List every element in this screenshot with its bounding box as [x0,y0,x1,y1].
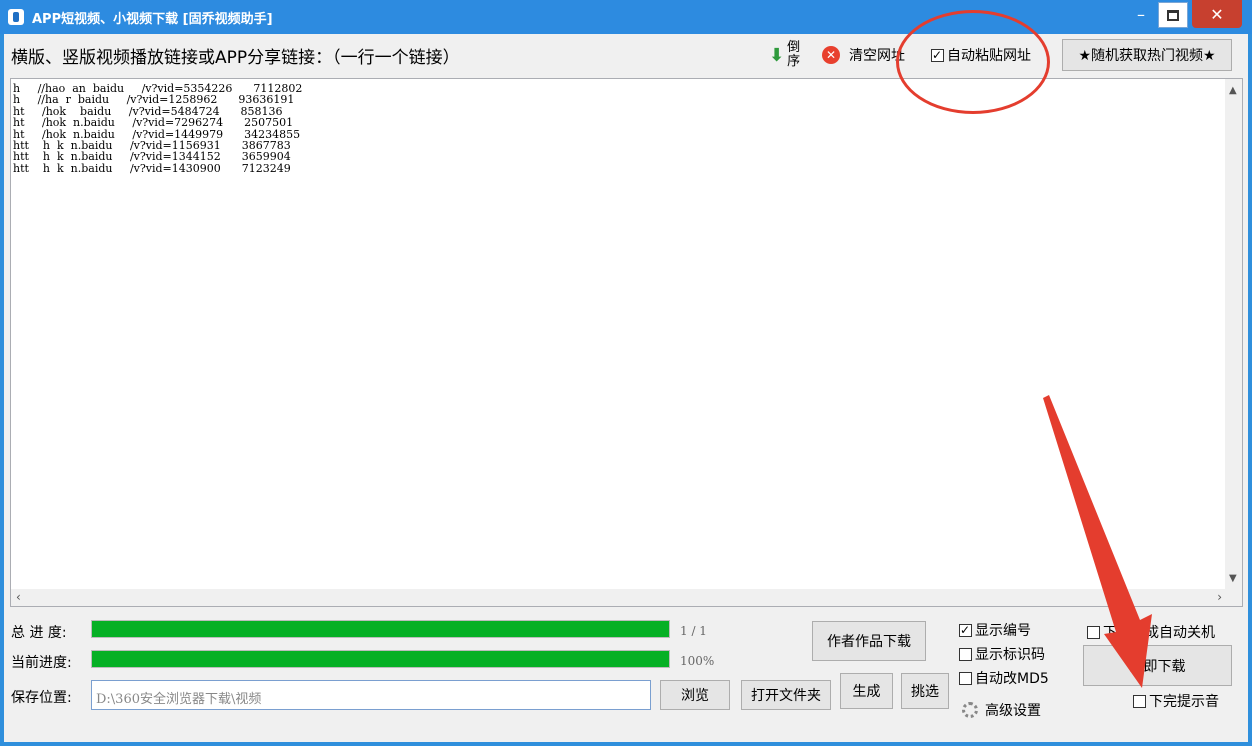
show-id-label: 显示标识码 [975,647,1045,663]
auto-shutdown-checkbox[interactable]: 下载完成自动关机 [1087,622,1215,642]
app-icon [8,9,24,25]
clear-x-icon: ✕ [822,46,840,64]
completion-sound-label: 下完提示音 [1149,694,1219,710]
title-bar: APP短视频、小视频下载 [固乔视频助手] – ✕ [0,0,1252,34]
client-area: 横版、竖版视频播放链接或APP分享链接：（一行一个链接） ⬇ 倒序 ✕ 清空网址… [4,34,1248,742]
minimize-icon[interactable]: – [1124,0,1158,28]
current-progress-fill [92,651,669,667]
reverse-order-button[interactable]: ⬇ 倒序 [769,40,801,70]
horizontal-scrollbar[interactable]: ‹ › [11,589,1227,606]
show-number-label: 显示编号 [975,623,1031,639]
link-line: htt h k n.baidu /v?vid=1430900 7123249 [13,161,291,175]
total-progress-value: 1 / 1 [680,624,707,638]
show-id-check-icon[interactable] [959,647,972,661]
scroll-right-icon[interactable]: › [1217,590,1222,604]
gear-icon [962,702,978,718]
auto-paste-check-icon[interactable] [931,48,944,62]
auto-shutdown-label: 下载完成自动关机 [1103,625,1215,641]
generate-button[interactable]: 生成 [840,673,893,709]
clear-urls-label: 清空网址 [849,48,905,64]
current-progress-bar [91,650,670,668]
show-number-checkbox[interactable]: 显示编号 [959,620,1031,640]
show-id-checkbox[interactable]: 显示标识码 [959,644,1045,664]
window-title: APP短视频、小视频下载 [固乔视频助手] [32,12,273,27]
close-icon[interactable]: ✕ [1192,0,1242,28]
current-progress-label: 当前进度: [11,655,72,671]
save-location-label: 保存位置: [11,690,72,706]
show-number-check-icon[interactable] [959,623,972,637]
link-line: ht /hok n.baidu /v?vid=7296274 2507501 [13,116,294,130]
current-progress-value: 100% [680,654,715,668]
links-list: h //hao an baidu /v?vid=5354226 7112802 h… [13,83,302,175]
scroll-down-icon[interactable]: ▼ [1229,573,1237,584]
completion-sound-checkbox[interactable]: 下完提示音 [1133,691,1219,711]
maximize-icon[interactable] [1158,2,1188,28]
author-works-button[interactable]: 作者作品下载 [812,621,926,661]
pick-button[interactable]: 挑选 [901,673,949,709]
total-progress-bar [91,620,670,638]
advanced-settings-label: 高级设置 [985,703,1041,719]
completion-sound-check-icon[interactable] [1133,694,1146,708]
browse-button[interactable]: 浏览 [660,680,730,710]
links-textarea[interactable]: h //hao an baidu /v?vid=5354226 7112802 h… [10,78,1243,607]
clear-urls-button[interactable]: ✕ 清空网址 [822,40,905,70]
auto-paste-checkbox[interactable]: 自动粘贴网址 [931,40,1031,70]
auto-md5-check-icon[interactable] [959,671,972,685]
open-folder-button[interactable]: 打开文件夹 [741,680,831,710]
auto-md5-checkbox[interactable]: 自动改MD5 [959,668,1049,688]
total-progress-label: 总 进 度: [11,625,67,641]
save-path-input[interactable]: D:\360安全浏览器下载\视频 [91,680,651,710]
total-progress-fill [92,621,669,637]
random-hot-video-button[interactable]: ★随机获取热门视频★ [1062,39,1232,71]
down-arrow-icon: ⬇ [769,44,785,66]
scroll-left-icon[interactable]: ‹ [16,590,21,604]
links-label: 横版、竖版视频播放链接或APP分享链接：（一行一个链接） [11,48,460,68]
vertical-scrollbar[interactable]: ▲ ▼ [1225,79,1242,590]
scroll-corner [1225,589,1242,606]
auto-paste-label: 自动粘贴网址 [947,48,1031,64]
download-now-button[interactable]: 立即下载 [1083,645,1232,686]
auto-md5-label: 自动改MD5 [975,671,1049,687]
advanced-settings-button[interactable]: 高级设置 [962,700,1041,720]
auto-shutdown-check-icon[interactable] [1087,625,1100,639]
app-window: APP短视频、小视频下载 [固乔视频助手] – ✕ 横版、竖版视频播放链接或AP… [0,0,1252,746]
reverse-order-label: 倒序 [787,40,801,69]
scroll-up-icon[interactable]: ▲ [1229,85,1237,96]
